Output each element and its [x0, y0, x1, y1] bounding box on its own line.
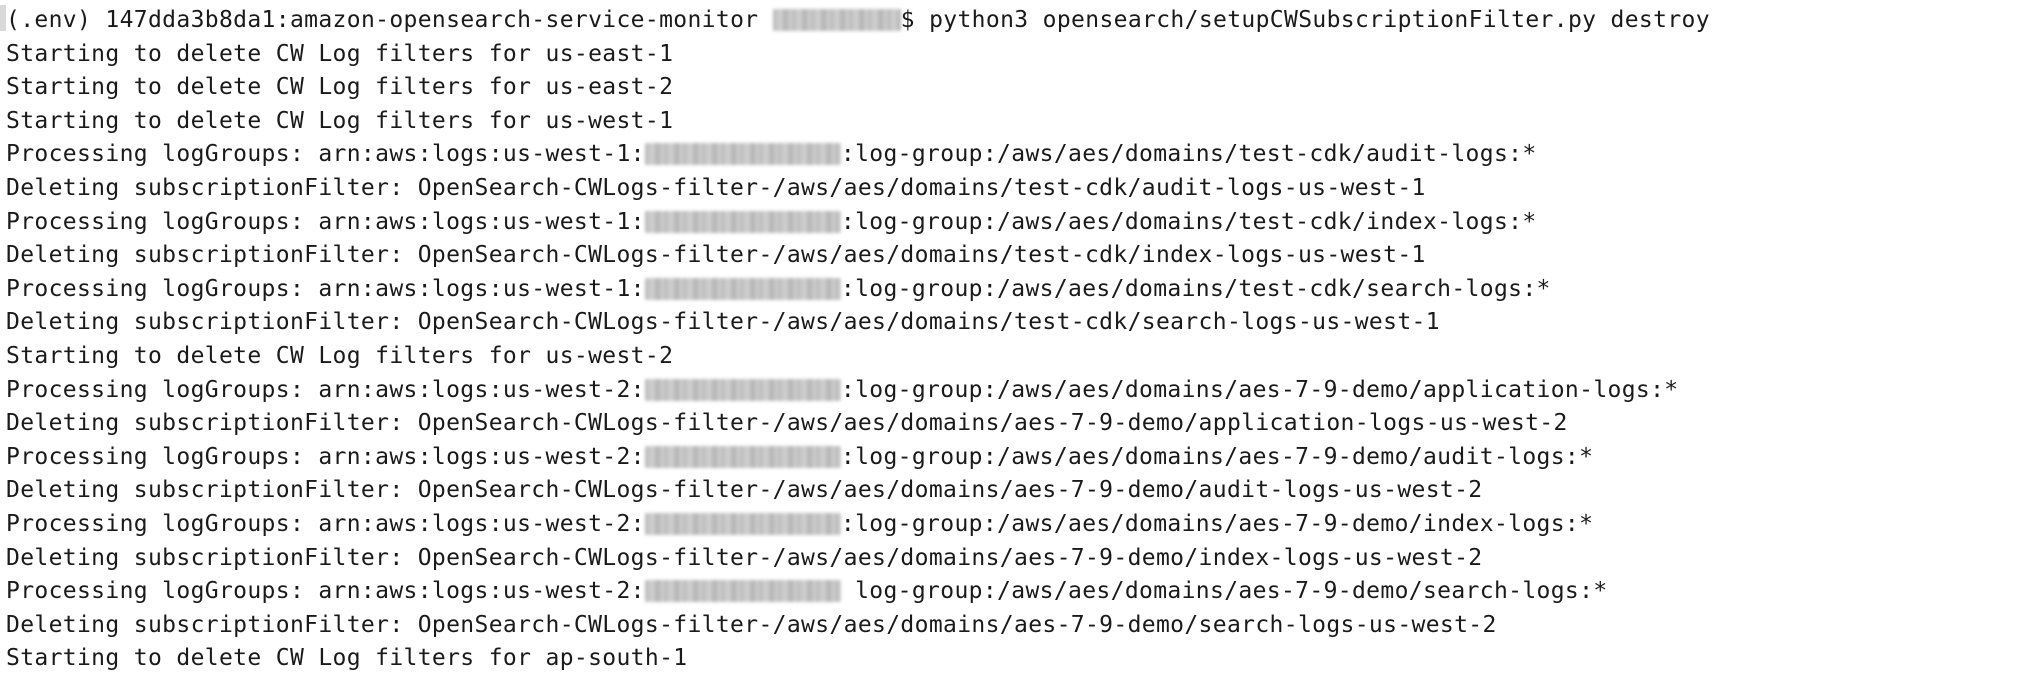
output-text: Starting to delete CW Log filters for us… — [6, 342, 674, 369]
arn-suffix: :log-group:/aws/aes/domains/aes-7-9-demo… — [840, 443, 1594, 470]
arn-suffix: :log-group:/aws/aes/domains/test-cdk/ind… — [840, 208, 1537, 235]
arn-suffix: :log-group:/aws/aes/domains/aes-7-9-demo… — [840, 510, 1594, 537]
output-text: Deleting subscriptionFilter: OpenSearch-… — [6, 174, 1426, 201]
prompt-env: (.env) — [6, 7, 92, 33]
output-text: Starting to delete CW Log filters for us… — [6, 107, 674, 134]
output-line: Deleting subscriptionFilter: OpenSearch-… — [0, 407, 2026, 441]
output-text: Deleting subscriptionFilter: OpenSearch-… — [6, 611, 1497, 638]
arn-suffix: log-group:/aws/aes/domains/aes-7-9-demo/… — [840, 578, 1608, 605]
output-line: Deleting subscriptionFilter: OpenSearch-… — [0, 474, 2026, 508]
prompt-line: (.env) 147dda3b8da1:amazon-opensearch-se… — [0, 4, 2026, 38]
arn-prefix: Processing logGroups: arn:aws:logs:us-we… — [6, 376, 645, 403]
redacted-account-id — [644, 210, 841, 233]
output-line: Processing logGroups: arn:aws:logs:us-we… — [0, 374, 2026, 408]
prompt-command[interactable]: python3 opensearch/setupCWSubscriptionFi… — [929, 7, 1710, 33]
output-line: Processing logGroups: arn:aws:logs:us-we… — [0, 575, 2026, 609]
arn-prefix: Processing logGroups: arn:aws:logs:us-we… — [6, 578, 645, 605]
output-line: Processing logGroups: arn:aws:logs:us-we… — [0, 508, 2026, 542]
redacted-account-id — [644, 580, 841, 603]
output-line: Starting to delete CW Log filters for us… — [0, 340, 2026, 374]
redacted-account-id — [644, 445, 841, 468]
output-line: Starting to delete CW Log filters for us… — [0, 38, 2026, 72]
arn-suffix: :log-group:/aws/aes/domains/test-cdk/sea… — [840, 275, 1551, 302]
output-text: Starting to delete CW Log filters for ap… — [6, 645, 688, 672]
redacted-account-id — [644, 378, 841, 401]
arn-prefix: Processing logGroups: arn:aws:logs:us-we… — [6, 510, 645, 537]
redacted-account-id — [644, 143, 841, 166]
output-line: Starting to delete CW Log filters for ap… — [0, 642, 2026, 676]
output-line: Starting to delete CW Log filters for us… — [0, 71, 2026, 105]
redacted-account-id — [644, 512, 841, 535]
terminal-window[interactable]: (.env) 147dda3b8da1:amazon-opensearch-se… — [0, 4, 2026, 678]
output-text: Starting to delete CW Log filters for us… — [6, 40, 674, 67]
output-line: Processing logGroups: arn:aws:logs:us-we… — [0, 273, 2026, 307]
output-text: Deleting subscriptionFilter: OpenSearch-… — [6, 242, 1426, 269]
arn-prefix: Processing logGroups: arn:aws:logs:us-we… — [6, 208, 645, 235]
arn-suffix: :log-group:/aws/aes/domains/test-cdk/aud… — [840, 141, 1537, 168]
arn-suffix: :log-group:/aws/aes/domains/aes-7-9-demo… — [840, 376, 1679, 403]
output-text: Deleting subscriptionFilter: OpenSearch-… — [6, 410, 1568, 437]
output-line: Starting to delete CW Log filters for us… — [0, 105, 2026, 139]
redacted-account-id — [644, 277, 841, 300]
output-line: Deleting subscriptionFilter: OpenSearch-… — [0, 239, 2026, 273]
output-text: Deleting subscriptionFilter: OpenSearch-… — [6, 544, 1483, 571]
output-line: Processing logGroups: arn:aws:logs:us-we… — [0, 138, 2026, 172]
output-line: Deleting subscriptionFilter: OpenSearch-… — [0, 542, 2026, 576]
output-line: Processing logGroups: arn:aws:logs:us-we… — [0, 441, 2026, 475]
output-line: Deleting subscriptionFilter: OpenSearch-… — [0, 172, 2026, 206]
output-text: Deleting subscriptionFilter: OpenSearch-… — [6, 309, 1440, 336]
arn-prefix: Processing logGroups: arn:aws:logs:us-we… — [6, 141, 645, 168]
prompt-symbol: $ — [900, 7, 915, 33]
prompt-host: 147dda3b8da1:amazon-opensearch-service-m… — [105, 7, 759, 33]
arn-prefix: Processing logGroups: arn:aws:logs:us-we… — [6, 275, 645, 302]
arn-prefix: Processing logGroups: arn:aws:logs:us-we… — [6, 443, 645, 470]
output-line: Processing logGroups: arn:aws:logs:us-we… — [0, 206, 2026, 240]
output-line: Deleting subscriptionFilter: OpenSearch-… — [0, 609, 2026, 643]
output-text: Starting to delete CW Log filters for us… — [6, 74, 674, 101]
output-line: Deleting subscriptionFilter: OpenSearch-… — [0, 306, 2026, 340]
redacted-username — [772, 9, 901, 31]
output-text: Deleting subscriptionFilter: OpenSearch-… — [6, 477, 1483, 504]
